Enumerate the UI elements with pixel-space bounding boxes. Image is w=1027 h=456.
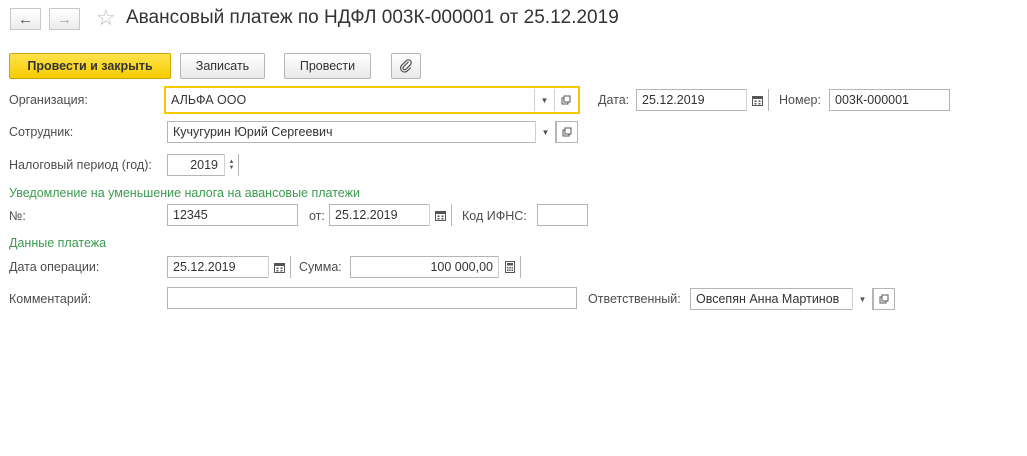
- amount-label: Сумма:: [299, 260, 342, 274]
- organization-dropdown-button[interactable]: ▼: [534, 89, 554, 111]
- responsible-label: Ответственный:: [588, 292, 681, 306]
- notice-number-field[interactable]: 12345: [167, 204, 298, 226]
- arrow-right-icon: →: [57, 10, 72, 28]
- forward-button[interactable]: →: [49, 8, 80, 30]
- star-icon[interactable]: ☆: [96, 7, 116, 29]
- operation-date-label: Дата операции:: [9, 260, 100, 274]
- attach-button[interactable]: [391, 53, 421, 79]
- open-icon: [561, 95, 570, 105]
- calculator-icon: [504, 261, 515, 273]
- chevron-down-icon: ▼: [541, 127, 550, 137]
- date-value: 25.12.2019: [642, 93, 705, 107]
- number-label: Номер:: [779, 93, 821, 107]
- paperclip-icon: [399, 59, 412, 73]
- ifns-code-label: Код ИФНС:: [462, 209, 527, 223]
- save-button[interactable]: Записать: [180, 53, 265, 79]
- employee-field[interactable]: Кучугурин Юрий Сергеевич: [167, 121, 556, 143]
- chevron-down-icon: ▼: [540, 95, 549, 105]
- date-calendar-button[interactable]: [746, 89, 768, 111]
- comment-field[interactable]: [167, 287, 577, 309]
- notice-date-label: от:: [309, 209, 325, 223]
- employee-label: Сотрудник:: [9, 125, 74, 139]
- notice-section-heading: Уведомление на уменьшение налога на аван…: [9, 186, 360, 200]
- employee-open-button[interactable]: [556, 121, 578, 143]
- organization-field[interactable]: АЛЬФА ООО: [164, 86, 580, 114]
- payment-section-heading: Данные платежа: [9, 236, 107, 250]
- notice-number-value: 12345: [173, 208, 208, 222]
- chevron-down-icon[interactable]: ▼: [229, 165, 235, 171]
- responsible-dropdown-button[interactable]: ▼: [852, 288, 872, 310]
- responsible-field[interactable]: Овсепян Анна Мартинов: [690, 288, 873, 310]
- date-label: Дата:: [598, 93, 630, 107]
- responsible-open-button[interactable]: [873, 288, 895, 310]
- calendar-icon: [752, 95, 763, 106]
- chevron-down-icon: ▼: [858, 294, 867, 304]
- comment-label: Комментарий:: [9, 292, 92, 306]
- operation-date-calendar-button[interactable]: [268, 256, 290, 278]
- employee-value: Кучугурин Юрий Сергеевич: [173, 125, 333, 139]
- page-title: Авансовый платеж по НДФЛ 003К-000001 от …: [126, 7, 619, 28]
- back-button[interactable]: ←: [10, 8, 41, 30]
- notice-date-calendar-button[interactable]: [429, 204, 451, 226]
- arrow-left-icon: ←: [18, 10, 33, 28]
- employee-dropdown-button[interactable]: ▼: [535, 121, 555, 143]
- tax-period-stepper[interactable]: ▲ ▼: [224, 154, 238, 176]
- open-icon: [879, 294, 889, 304]
- organization-value: АЛЬФА ООО: [171, 93, 247, 107]
- post-and-close-button[interactable]: Провести и закрыть: [9, 53, 171, 79]
- calendar-icon: [274, 262, 285, 273]
- amount-calculator-button[interactable]: [498, 256, 520, 278]
- calendar-icon: [435, 210, 446, 221]
- ifns-code-field[interactable]: [537, 204, 588, 226]
- number-value: 003К-000001: [835, 93, 910, 107]
- post-button[interactable]: Провести: [284, 53, 371, 79]
- number-field[interactable]: 003К-000001: [829, 89, 950, 111]
- responsible-value: Овсепян Анна Мартинов: [696, 292, 840, 306]
- organization-label: Организация:: [9, 93, 88, 107]
- amount-field[interactable]: 100 000,00: [350, 256, 521, 278]
- open-icon: [562, 127, 572, 137]
- notice-number-label: №:: [9, 209, 26, 223]
- tax-period-label: Налоговый период (год):: [9, 158, 152, 172]
- organization-open-button[interactable]: [554, 89, 576, 111]
- amount-value: 100 000,00: [430, 260, 493, 274]
